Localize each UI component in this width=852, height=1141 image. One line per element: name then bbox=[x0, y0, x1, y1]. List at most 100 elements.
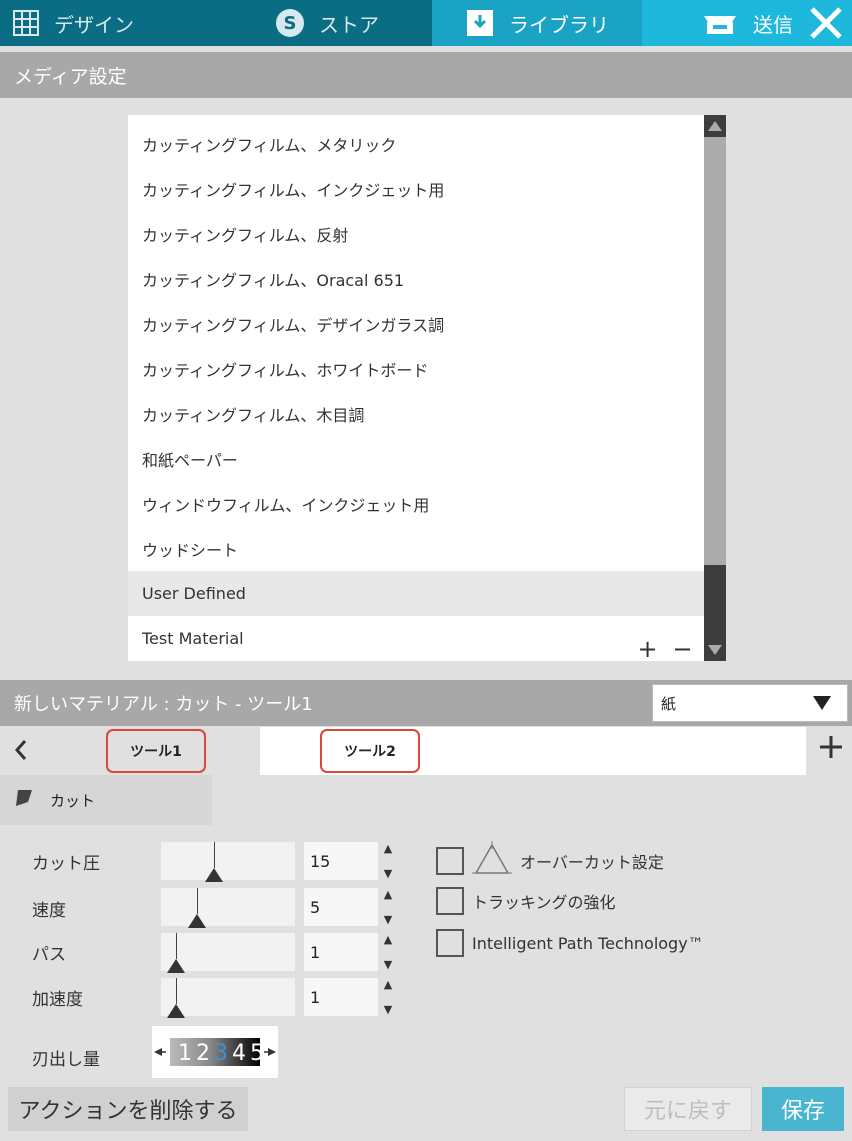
speed-input[interactable]: 5 bbox=[304, 888, 378, 926]
remove-material-button[interactable]: − bbox=[672, 635, 692, 661]
delete-action-button[interactable]: アクションを削除する bbox=[8, 1087, 248, 1131]
tab-store[interactable]: S ストア bbox=[222, 0, 432, 46]
tool-tabs-row: ツール1 ツール2 bbox=[0, 727, 852, 775]
up-arrow-icon[interactable]: ▲ bbox=[384, 978, 392, 991]
list-item[interactable]: 和紙ペーパー bbox=[128, 436, 704, 481]
list-item[interactable]: カッティングフィルム、反射 bbox=[128, 211, 704, 256]
list-item[interactable]: カッティングフィルム、デザインガラス調 bbox=[128, 301, 704, 346]
list-item[interactable]: カッティングフィルム、Oracal 651 bbox=[128, 256, 704, 301]
list-item[interactable]: カッティングフィルム、ホワイトボード bbox=[128, 346, 704, 391]
chevron-down-icon bbox=[813, 696, 831, 714]
ipt-checkbox[interactable] bbox=[436, 929, 464, 957]
material-list-items: カッティングフィルム、メタリック カッティングフィルム、インクジェット用 カッティン… bbox=[128, 121, 704, 661]
scroll-thumb[interactable] bbox=[704, 565, 726, 639]
tab-send-label: 送信 bbox=[753, 12, 793, 37]
tab-cut[interactable]: カット bbox=[0, 775, 212, 825]
close-button[interactable] bbox=[806, 3, 846, 43]
material-type-select[interactable]: 紙 bbox=[652, 684, 848, 722]
speed-slider-handle[interactable] bbox=[187, 914, 206, 928]
list-item[interactable]: User Defined bbox=[128, 571, 704, 616]
tab-store-label: ストア bbox=[319, 12, 379, 37]
down-arrow-icon[interactable]: ▼ bbox=[384, 1003, 392, 1016]
list-item[interactable]: カッティングフィルム、木目調 bbox=[128, 391, 704, 436]
force-slider-line bbox=[213, 842, 215, 868]
acceleration-slider-handle[interactable] bbox=[167, 1004, 185, 1018]
force-slider-handle[interactable] bbox=[204, 868, 223, 882]
list-item[interactable]: Test Material bbox=[128, 616, 704, 661]
revert-button[interactable]: 元に戻す bbox=[624, 1087, 752, 1131]
force-slider[interactable] bbox=[161, 842, 295, 882]
passes-label: パス bbox=[32, 945, 66, 965]
down-arrow-icon[interactable]: ▼ bbox=[384, 867, 392, 880]
overcut-checkbox[interactable] bbox=[436, 847, 464, 875]
passes-slider[interactable] bbox=[161, 933, 295, 973]
blade-depth-selector[interactable]: 12345 bbox=[152, 1026, 278, 1078]
send-machine-icon bbox=[701, 8, 739, 38]
add-tool-icon[interactable] bbox=[818, 733, 844, 768]
blade-digit[interactable]: 2 bbox=[196, 1041, 210, 1066]
scroll-down-icon[interactable] bbox=[704, 639, 726, 661]
overcut-icon bbox=[472, 841, 512, 881]
force-stepper[interactable]: ▲ ▼ bbox=[380, 842, 396, 880]
acceleration-stepper[interactable]: ▲ ▼ bbox=[380, 978, 396, 1016]
blade-icon bbox=[14, 788, 34, 812]
store-s-icon: S bbox=[275, 8, 305, 38]
blade-depth-label: 刃出し量 bbox=[32, 1050, 100, 1070]
up-arrow-icon[interactable]: ▲ bbox=[384, 933, 392, 946]
ipt-option: Intelligent Path Technology™ bbox=[436, 929, 704, 957]
list-item[interactable]: ウッドシート bbox=[128, 526, 704, 571]
list-item[interactable]: カッティングフィルム、メタリック bbox=[128, 121, 704, 166]
tab-library-label: ライブラリ bbox=[509, 12, 609, 37]
close-icon bbox=[810, 7, 842, 39]
tracking-option: トラッキングの強化 bbox=[436, 887, 616, 915]
acceleration-input[interactable]: 1 bbox=[304, 978, 378, 1016]
add-material-button[interactable]: + bbox=[637, 635, 657, 661]
material-type-value: 紙 bbox=[661, 694, 677, 713]
speed-slider-line bbox=[196, 888, 198, 914]
grid-icon bbox=[12, 9, 40, 37]
tracking-label: トラッキングの強化 bbox=[472, 893, 616, 912]
page-title: メディア設定 bbox=[14, 65, 127, 88]
speed-stepper[interactable]: ▲ ▼ bbox=[380, 888, 396, 926]
cut-settings-panel: カット圧 15 ▲ ▼ 速度 5 ▲ ▼ パス 1 ▲ ▼ 加速度 1 ▲ ▼ オーバー… bbox=[0, 825, 852, 1081]
download-icon bbox=[465, 8, 495, 38]
tab-tool1[interactable]: ツール1 bbox=[106, 729, 206, 773]
passes-slider-line bbox=[176, 933, 177, 959]
tab-design[interactable]: デザイン bbox=[0, 0, 222, 46]
up-arrow-icon[interactable]: ▲ bbox=[384, 842, 392, 855]
blade-digit[interactable]: 3 bbox=[214, 1041, 228, 1066]
list-action-buttons: + − bbox=[630, 635, 700, 661]
overcut-label: オーバーカット設定 bbox=[520, 853, 664, 872]
acceleration-label: 加速度 bbox=[32, 990, 83, 1010]
force-label: カット圧 bbox=[32, 854, 100, 874]
list-scrollbar[interactable] bbox=[704, 115, 726, 661]
acceleration-slider[interactable] bbox=[161, 978, 295, 1018]
material-title: 新しいマテリアル : カット - ツール1 bbox=[14, 694, 313, 715]
passes-slider-handle[interactable] bbox=[167, 959, 185, 973]
media-settings-header: メディア設定 bbox=[0, 52, 852, 98]
tab-library[interactable]: ライブラリ bbox=[432, 0, 642, 46]
tab-cut-label: カット bbox=[50, 791, 96, 810]
list-item[interactable]: カッティングフィルム、インクジェット用 bbox=[128, 166, 704, 211]
blade-digit[interactable]: 5 bbox=[250, 1041, 264, 1066]
scroll-up-icon[interactable] bbox=[704, 115, 726, 137]
blade-digit[interactable]: 4 bbox=[232, 1041, 246, 1066]
material-list[interactable]: カッティングフィルム、メタリック カッティングフィルム、インクジェット用 カッティン… bbox=[128, 115, 726, 661]
blade-digit[interactable]: 1 bbox=[178, 1041, 192, 1066]
chevron-left-icon[interactable] bbox=[14, 739, 28, 767]
save-button[interactable]: 保存 bbox=[762, 1087, 844, 1131]
down-arrow-icon[interactable]: ▼ bbox=[384, 913, 392, 926]
passes-stepper[interactable]: ▲ ▼ bbox=[380, 933, 396, 971]
list-item[interactable]: ウィンドウフィルム、インクジェット用 bbox=[128, 481, 704, 526]
tab-tool2[interactable]: ツール2 bbox=[320, 729, 420, 773]
svg-text:S: S bbox=[284, 13, 297, 34]
passes-input[interactable]: 1 bbox=[304, 933, 378, 971]
speed-slider[interactable] bbox=[161, 888, 295, 928]
speed-label: 速度 bbox=[32, 901, 66, 921]
top-nav: デザイン S ストア ライブラリ 送信 bbox=[0, 0, 852, 46]
down-arrow-icon[interactable]: ▼ bbox=[384, 958, 392, 971]
tracking-checkbox[interactable] bbox=[436, 887, 464, 915]
up-arrow-icon[interactable]: ▲ bbox=[384, 888, 392, 901]
force-input[interactable]: 15 bbox=[304, 842, 378, 880]
footer-bar: アクションを削除する 元に戻す 保存 bbox=[0, 1081, 852, 1141]
